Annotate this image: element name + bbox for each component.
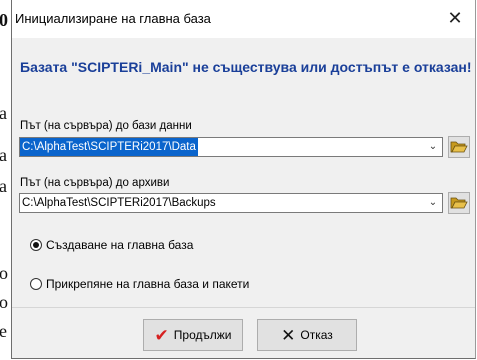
backup-path-value[interactable]: C:\AlphaTest\SCIPTERi2017\Backups <box>20 194 218 212</box>
chevron-down-icon[interactable]: ⌄ <box>426 138 440 156</box>
radio-button[interactable] <box>30 278 42 290</box>
continue-button[interactable]: ✔ Продължи <box>143 319 243 351</box>
radio-attach-main-db[interactable]: Прикрепяне на главна база и пакети <box>30 277 249 291</box>
browse-data-folder-button[interactable] <box>448 136 470 158</box>
radio-button-selected[interactable] <box>30 239 42 251</box>
title-bar[interactable]: Инициализиране на главна база ✕ <box>12 0 475 38</box>
cancel-label: Отказ <box>300 328 333 342</box>
close-icon[interactable]: ✕ <box>445 6 465 30</box>
backup-path-combobox[interactable]: C:\AlphaTest\SCIPTERi2017\Backups ⌄ <box>19 193 443 213</box>
chevron-down-icon[interactable]: ⌄ <box>426 194 440 212</box>
checkmark-icon: ✔ <box>154 325 169 345</box>
data-path-combobox[interactable]: C:\AlphaTest\SCIPTERi2017\Data ⌄ <box>19 137 443 157</box>
init-database-dialog: Инициализиране на главна база ✕ Базата "… <box>11 0 476 359</box>
data-path-label: Път (на сървъра) до бази данни <box>20 120 192 132</box>
backup-path-label: Път (на сървъра) до архиви <box>20 177 170 189</box>
cancel-button[interactable]: ✕ Отказ <box>257 319 357 351</box>
radio-label: Създаване на главна база <box>46 238 194 252</box>
radio-create-main-db[interactable]: Създаване на главна база <box>30 238 193 252</box>
dialog-title: Инициализиране на главна база <box>15 11 211 26</box>
folder-open-icon <box>450 197 468 209</box>
error-banner: Базата "SCIPTERi_Main" не съществува или… <box>20 59 472 75</box>
data-path-value[interactable]: C:\AlphaTest\SCIPTERi2017\Data <box>20 138 198 156</box>
radio-label: Прикрепяне на главна база и пакети <box>46 277 250 291</box>
browse-backup-folder-button[interactable] <box>448 192 470 214</box>
x-mark-icon: ✕ <box>281 325 296 345</box>
folder-open-icon <box>450 141 468 153</box>
footer-separator <box>12 307 475 308</box>
continue-label: Продължи <box>173 328 232 342</box>
